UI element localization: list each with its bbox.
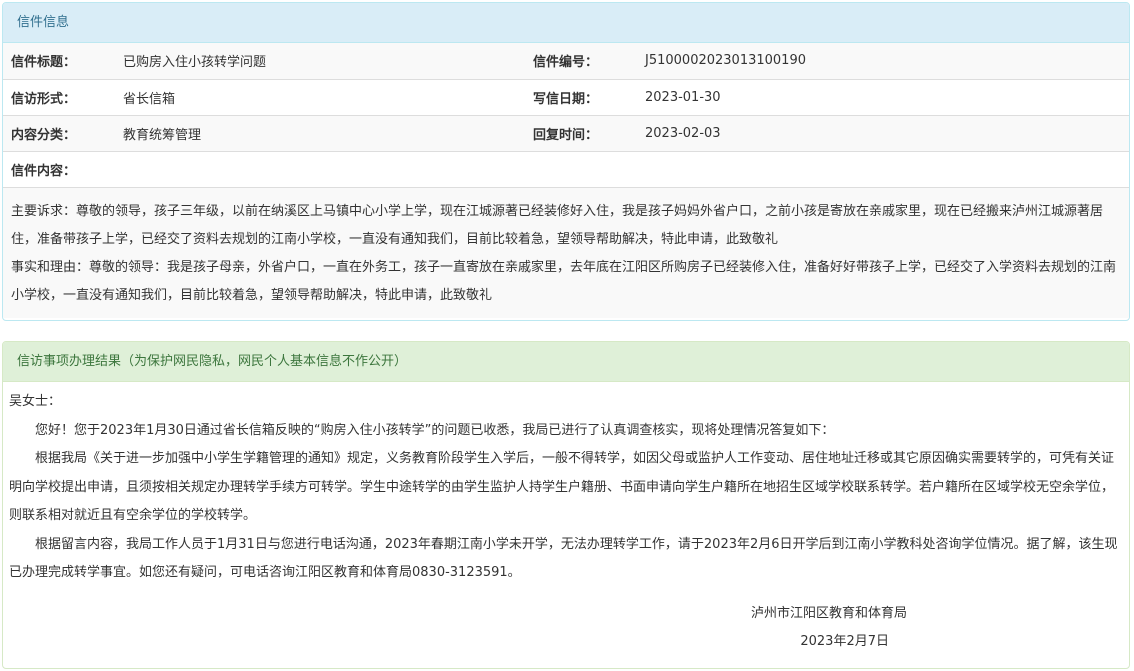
- title-label: 信件标题：: [3, 43, 123, 80]
- content-label: 信件内容：: [3, 151, 1129, 188]
- title-value: 已购房入住小孩转学问题: [123, 43, 525, 80]
- letter-content: 主要诉求：尊敬的领导，孩子三年级，以前在纳溪区上马镇中心小学上学，现在江城源著已…: [3, 187, 1129, 318]
- letter-paragraph: 事实和理由：尊敬的领导：我是孩子母亲，外省户口，一直在外务工，孩子一直寄放在亲戚…: [11, 259, 1117, 303]
- reply-paragraph: 根据我局《关于进一步加强中小学生学籍管理的通知》规定，义务教育阶段学生入学后，一…: [9, 451, 1115, 523]
- reply-paragraph: 您好！您于2023年1月30日通过省长信箱反映的“购房入住小孩转学”的问题已收悉…: [35, 422, 835, 438]
- result-heading: 信访事项办理结果（为保护网民隐私，网民个人基本信息不作公开）: [3, 342, 1129, 382]
- reply-salutation: 吴女士：: [9, 394, 62, 409]
- letter-paragraph: 主要诉求：尊敬的领导，孩子三年级，以前在纳溪区上马镇中心小学上学，现在江城源著已…: [11, 203, 1104, 247]
- letter-number-label: 信件编号：: [525, 43, 645, 80]
- reply-signature: 泸州市江阳区教育和体育局 2023年2月7日: [9, 600, 1123, 656]
- letter-info-heading: 信件信息: [3, 3, 1129, 43]
- table-row: 信件内容：: [3, 151, 1129, 188]
- table-row: 信件标题： 已购房入住小孩转学问题 信件编号： J510000202301310…: [3, 43, 1129, 80]
- reply-time-label: 回复时间：: [525, 115, 645, 152]
- table-row: 信访形式： 省长信箱 写信日期： 2023-01-30: [3, 79, 1129, 116]
- signature-org: 泸州市江阳区教育和体育局: [750, 605, 907, 621]
- reply-time-value: 2023-02-03: [645, 115, 1129, 152]
- write-date-label: 写信日期：: [525, 79, 645, 116]
- signature-date: 2023年2月7日: [800, 633, 889, 649]
- write-date-value: 2023-01-30: [645, 79, 1129, 116]
- category-value: 教育统筹管理: [123, 115, 525, 152]
- form-value: 省长信箱: [123, 79, 525, 116]
- form-label: 信访形式：: [3, 79, 123, 116]
- reply-paragraph: 根据留言内容，我局工作人员于1月31日与您进行电话沟通，2023年春期江南小学未…: [9, 536, 1118, 581]
- category-label: 内容分类：: [3, 115, 123, 152]
- letter-meta-table: 信件标题： 已购房入住小孩转学问题 信件编号： J510000202301310…: [3, 43, 1129, 188]
- result-panel: 信访事项办理结果（为保护网民隐私，网民个人基本信息不作公开） 吴女士： 您好！您…: [2, 341, 1130, 669]
- table-row: 内容分类： 教育统筹管理 回复时间： 2023-02-03: [3, 115, 1129, 152]
- reply-content: 吴女士： 您好！您于2023年1月30日通过省长信箱反映的“购房入住小孩转学”的…: [3, 382, 1129, 656]
- letter-number-value: J5100002023013100190: [645, 43, 1129, 80]
- letter-info-panel: 信件信息 信件标题： 已购房入住小孩转学问题 信件编号： J5100002023…: [2, 2, 1130, 321]
